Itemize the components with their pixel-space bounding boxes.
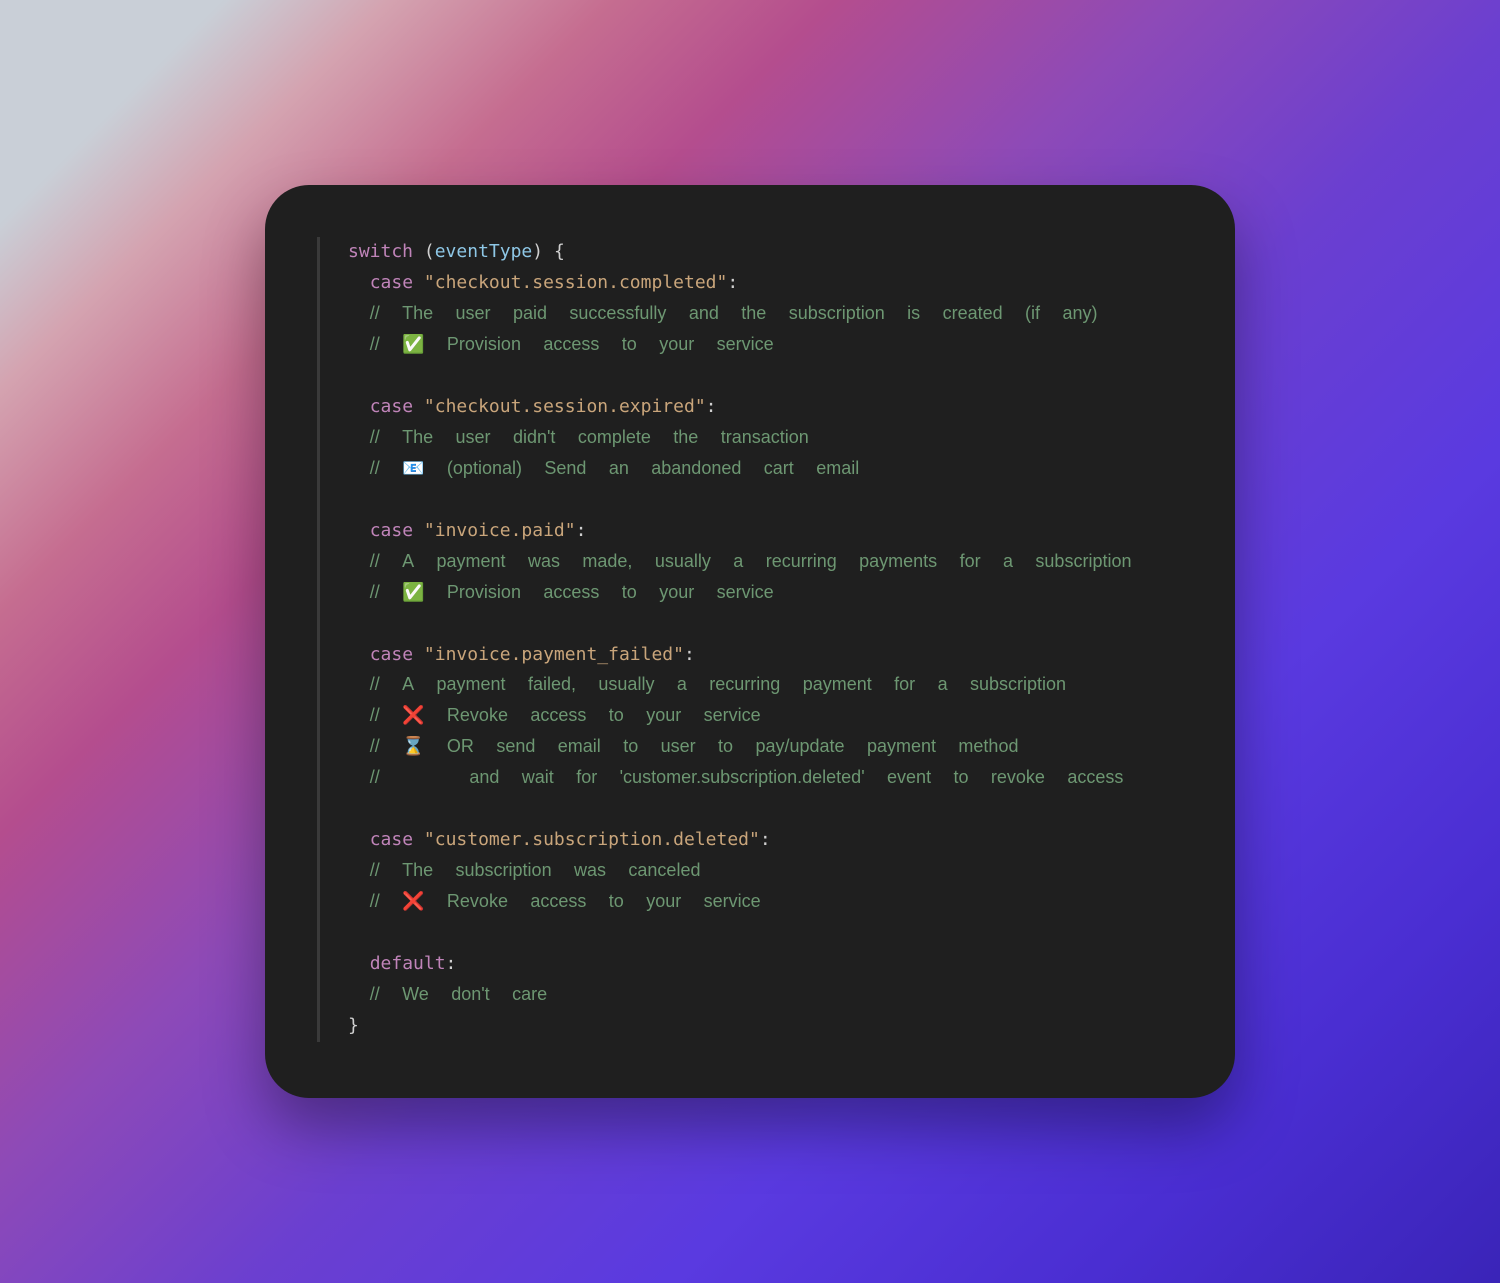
- code-gutter: switch (eventType) { case "checkout.sess…: [317, 237, 1183, 1042]
- comment-line: // A payment failed, usually a recurring…: [370, 674, 1066, 695]
- colon: :: [684, 644, 695, 665]
- keyword-case: case: [370, 520, 413, 541]
- case-string-4: "customer.subscription.deleted": [424, 829, 760, 850]
- colon: :: [576, 520, 587, 541]
- identifier-eventtype: eventType: [435, 241, 533, 262]
- comment-line: // ✅ Provision access to your service: [370, 334, 774, 355]
- comment-line: // ⌛ OR send email to user to pay/update…: [370, 736, 1019, 757]
- colon: :: [727, 272, 738, 293]
- colon: :: [706, 396, 717, 417]
- comment-line: // We don't care: [370, 984, 547, 1005]
- code-block: switch (eventType) { case "checkout.sess…: [348, 237, 1183, 1042]
- paren-open: (: [424, 241, 435, 262]
- colon: :: [446, 953, 457, 974]
- paren-close: ): [532, 241, 543, 262]
- case-string-1: "checkout.session.expired": [424, 396, 706, 417]
- comment-line: // 📧 (optional) Send an abandoned cart e…: [370, 458, 860, 479]
- comment-line: // ✅ Provision access to your service: [370, 582, 774, 603]
- keyword-case: case: [370, 396, 413, 417]
- case-string-0: "checkout.session.completed": [424, 272, 727, 293]
- colon: :: [760, 829, 771, 850]
- brace-close: }: [348, 1015, 359, 1036]
- comment-line: // The subscription was canceled: [370, 860, 701, 881]
- code-card: switch (eventType) { case "checkout.sess…: [265, 185, 1235, 1098]
- case-string-2: "invoice.paid": [424, 520, 576, 541]
- case-string-3: "invoice.payment_failed": [424, 644, 684, 665]
- comment-line: // ❌ Revoke access to your service: [370, 705, 761, 726]
- keyword-case: case: [370, 272, 413, 293]
- comment-line: // The user didn't complete the transact…: [370, 427, 809, 448]
- keyword-case: case: [370, 644, 413, 665]
- keyword-switch: switch: [348, 241, 413, 262]
- keyword-case: case: [370, 829, 413, 850]
- brace-open: {: [554, 241, 565, 262]
- keyword-default: default: [370, 953, 446, 974]
- comment-line: // and wait for 'customer.subscription.d…: [370, 767, 1124, 788]
- comment-line: // The user paid successfully and the su…: [370, 303, 1098, 324]
- comment-line: // ❌ Revoke access to your service: [370, 891, 761, 912]
- comment-line: // A payment was made, usually a recurri…: [370, 551, 1132, 572]
